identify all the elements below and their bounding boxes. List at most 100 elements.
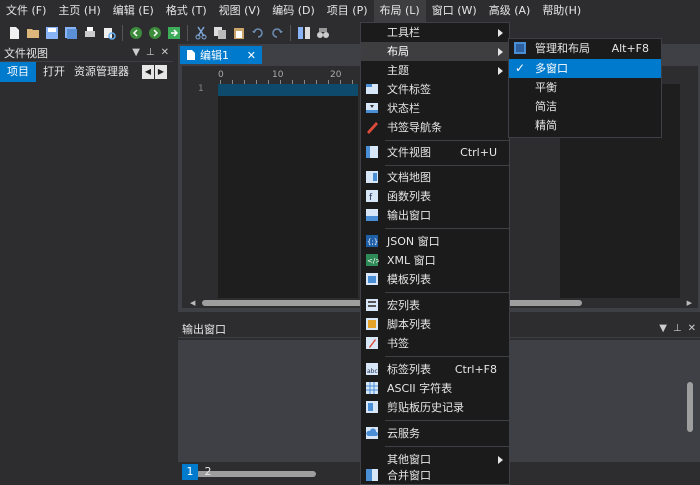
template-list-icon <box>366 273 378 285</box>
output-vertical-scrollbar[interactable] <box>686 344 694 450</box>
ascii-table-icon <box>366 382 378 394</box>
menu-edit[interactable]: 编辑 (E) <box>107 0 160 22</box>
scroll-right-icon[interactable]: ▶ <box>687 299 692 307</box>
menu-file[interactable]: 文件 (F) <box>0 0 52 22</box>
scrollbar-thumb[interactable] <box>687 382 693 432</box>
menu-item-template-list[interactable]: 模板列表 <box>361 270 509 289</box>
macro-list-icon <box>366 299 378 311</box>
chevron-down-icon[interactable]: ▼ <box>132 47 140 58</box>
redo-icon[interactable] <box>269 25 285 41</box>
menu-item-clipboard-history[interactable]: 剪贴板历史记录 <box>361 398 509 417</box>
script-list-icon <box>366 318 378 330</box>
menu-item-document-map[interactable]: 文档地图 <box>361 168 509 187</box>
file-tabs-icon <box>366 84 378 94</box>
menu-separator <box>385 356 509 357</box>
menu-view[interactable]: 视图 (V) <box>213 0 267 22</box>
paste-icon[interactable] <box>231 25 247 41</box>
layout-menu: 工具栏 布局 主题 文件标签 状态栏 书签导航条 文件视图 Ctrl+U 文档地图… <box>360 22 510 485</box>
tab-project[interactable]: 项目 <box>0 62 36 82</box>
menu-item-script-list[interactable]: 脚本列表 <box>361 315 509 334</box>
menu-help[interactable]: 帮助(H) <box>536 0 587 22</box>
file-view-icon <box>366 146 378 158</box>
menu-item-layout[interactable]: 布局 <box>361 42 509 61</box>
print-preview-icon[interactable] <box>101 25 117 41</box>
menu-window[interactable]: 窗口 (W) <box>426 0 483 22</box>
output-title: 输出窗口 <box>182 322 226 336</box>
submenu-arrow-icon <box>498 67 503 75</box>
tab-editor-1[interactable]: 编辑1 ✕ <box>180 46 262 64</box>
toolbar-separator <box>290 25 291 41</box>
menu-item-manage-layout[interactable]: 管理和布局 Alt+F8 <box>509 39 661 58</box>
tab-explorer[interactable]: 资源管理器 <box>72 62 131 82</box>
menu-encoding[interactable]: 编码 (D) <box>266 0 321 22</box>
scroll-left-icon[interactable]: ◀ <box>190 299 195 307</box>
tab-open[interactable]: 打开 <box>36 62 72 82</box>
menu-item-toolbar[interactable]: 工具栏 <box>361 23 509 42</box>
pin-icon[interactable]: ⊥ <box>673 323 682 334</box>
menu-item-cloud-service[interactable]: 云服务 <box>361 424 509 443</box>
new-file-icon[interactable] <box>6 25 22 41</box>
menu-item-balanced[interactable]: 平衡 <box>509 78 661 97</box>
menu-item-merge-window[interactable]: 合并窗口 <box>361 466 509 485</box>
forward-icon[interactable] <box>147 25 163 41</box>
menu-item-simple[interactable]: 简洁 <box>509 97 661 116</box>
close-icon[interactable]: ✕ <box>688 323 696 334</box>
menu-item-bookmarks[interactable]: 书签 <box>361 334 509 353</box>
cut-icon[interactable] <box>193 25 209 41</box>
find-icon[interactable] <box>315 25 331 41</box>
menu-item-function-list[interactable]: f 函数列表 <box>361 187 509 206</box>
menu-item-multi-window[interactable]: ✓ 多窗口 <box>509 59 661 78</box>
menu-item-output-window[interactable]: 输出窗口 <box>361 206 509 225</box>
toolbar-separator <box>122 25 123 41</box>
scroll-left-icon[interactable]: ◀ <box>142 65 154 79</box>
layout-submenu: 管理和布局 Alt+F8 ✓ 多窗口 平衡 简洁 精简 <box>508 38 662 138</box>
bookmark-icon <box>366 337 378 349</box>
document-map-icon <box>366 171 378 183</box>
function-list-icon: f <box>366 190 378 203</box>
go-icon[interactable] <box>166 25 182 41</box>
menu-item-xml-window[interactable]: </> XML 窗口 <box>361 251 509 270</box>
menu-project[interactable]: 项目 (P) <box>321 0 374 22</box>
copy-icon[interactable] <box>212 25 228 41</box>
output-tab-1[interactable]: 1 <box>182 464 198 480</box>
open-folder-icon[interactable] <box>25 25 41 41</box>
toolbar-separator <box>187 25 188 41</box>
menu-item-bookmark-nav[interactable]: 书签导航条 <box>361 118 509 137</box>
menu-item-macro-list[interactable]: 宏列表 <box>361 296 509 315</box>
menu-home[interactable]: 主页 (H) <box>52 0 106 22</box>
back-icon[interactable] <box>128 25 144 41</box>
scroll-right-icon[interactable]: ▶ <box>155 65 167 79</box>
ruler: 0 10 20 <box>218 70 358 84</box>
save-icon[interactable] <box>44 25 60 41</box>
save-all-icon[interactable] <box>63 25 79 41</box>
menu-item-compact[interactable]: 精简 <box>509 116 661 135</box>
menu-item-ascii-table[interactable]: ASCII 字符表 <box>361 379 509 398</box>
close-tab-icon[interactable]: ✕ <box>247 49 256 62</box>
menu-item-tag-list[interactable]: abc 标签列表 Ctrl+F8 <box>361 360 509 379</box>
code-editor[interactable] <box>218 84 358 298</box>
menu-item-json-window[interactable]: {;} JSON 窗口 <box>361 232 509 251</box>
pin-icon[interactable]: ⊥ <box>146 47 155 58</box>
editor-tab-label: 编辑1 <box>200 49 229 62</box>
checkmark-icon: ✓ <box>515 61 526 75</box>
ruler-label: 0 <box>218 70 224 80</box>
bookmark-nav-icon <box>367 122 378 134</box>
undo-icon[interactable] <box>250 25 266 41</box>
menu-layout[interactable]: 布局 (L) <box>373 0 426 22</box>
line-number-gutter: 1 <box>188 84 218 298</box>
file-view-tabs: 项目 打开 资源管理器 ◀ ▶ <box>0 62 173 82</box>
output-tab-2[interactable]: 2 <box>200 464 216 480</box>
submenu-arrow-icon <box>498 456 503 464</box>
menu-advanced[interactable]: 高级 (A) <box>483 0 537 22</box>
menu-item-file-tabs[interactable]: 文件标签 <box>361 80 509 99</box>
output-tabs: 1 2 <box>182 464 216 480</box>
menu-item-file-view[interactable]: 文件视图 Ctrl+U <box>361 143 509 162</box>
menu-format[interactable]: 格式 (T) <box>160 0 213 22</box>
menu-item-status-bar[interactable]: 状态栏 <box>361 99 509 118</box>
close-icon[interactable]: ✕ <box>161 47 169 58</box>
print-icon[interactable] <box>82 25 98 41</box>
chevron-down-icon[interactable]: ▼ <box>659 323 667 334</box>
columns-icon[interactable] <box>296 25 312 41</box>
menu-item-theme[interactable]: 主题 <box>361 61 509 80</box>
svg-text:{;}: {;} <box>367 238 378 246</box>
